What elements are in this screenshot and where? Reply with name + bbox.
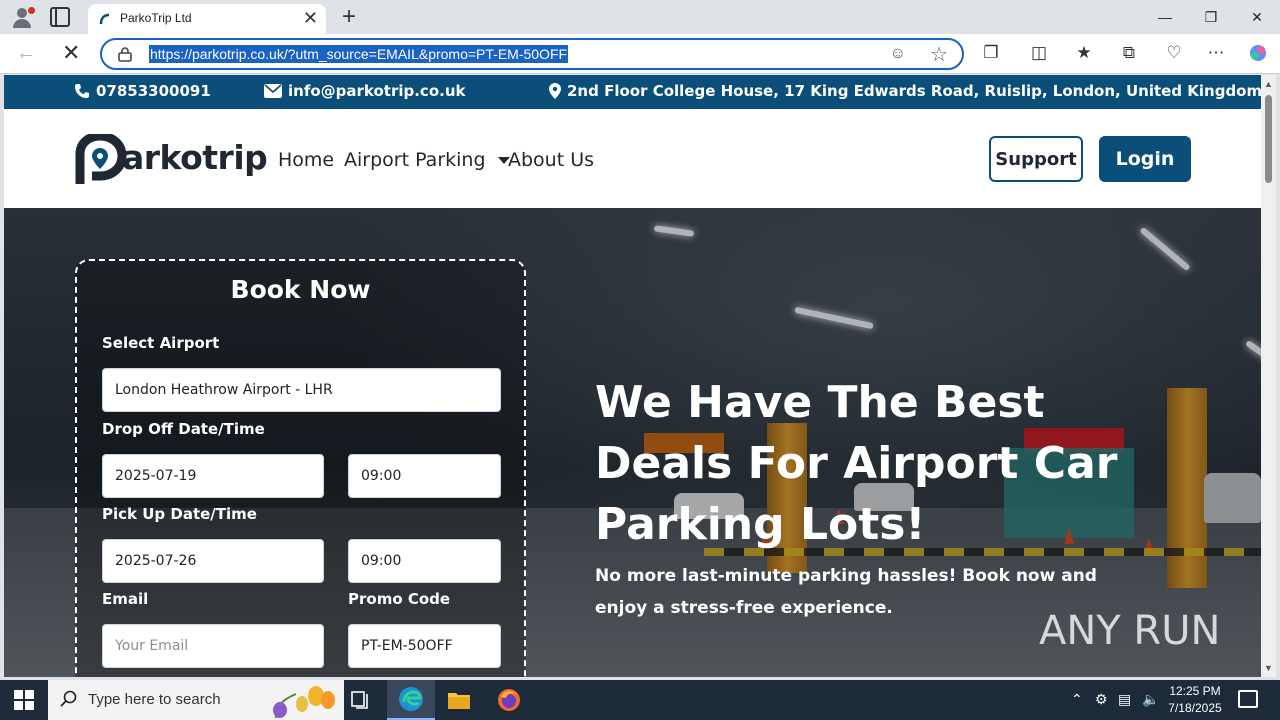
dropoff-label: Drop Off Date/Time [102,420,265,438]
browser-essentials-icon[interactable]: ♡ [1161,40,1187,66]
logo-mark-icon [75,134,127,184]
search-placeholder: Type here to search [88,691,221,708]
airport-select[interactable]: London Heathrow Airport - LHR [102,368,501,412]
notification-center-icon[interactable] [1238,690,1258,708]
browser-toolbar: ← ✕ https://parkotrip.co.uk/?utm_source=… [0,34,1280,74]
site-navbar: arkotrip Home Airport Parking About Us S… [4,109,1261,208]
system-clock[interactable]: 12:25 PM 7/18/2025 [1167,683,1223,717]
tab-actions-icon[interactable] [50,7,70,27]
minimize-button[interactable]: — [1142,0,1188,34]
extensions-icon[interactable]: ❐ [978,40,1004,66]
address-contact: 2nd Floor College House, 17 King Edwards… [549,82,1261,100]
back-arrow-icon[interactable]: ← [16,42,36,65]
tab-title: ParkoTrip Ltd [120,11,192,25]
support-button[interactable]: Support [989,136,1083,182]
contact-strip: 07853300091 info@parkotrip.co.uk 2nd Flo… [4,75,1261,109]
nav-home[interactable]: Home [278,149,334,171]
scroll-up-arrow-icon[interactable]: ▲ [1264,79,1273,89]
nav-about-us[interactable]: About Us [508,149,594,171]
promo-code-input[interactable]: PT-EM-50OFF [348,624,501,668]
browser-tab[interactable]: ParkoTrip Ltd ✕ [88,4,326,34]
hero-section: Book Now Select Airport London Heathrow … [4,208,1261,677]
window-close-button[interactable]: ✕ [1234,0,1280,34]
clock-date: 7/18/2025 [1168,701,1222,715]
task-view-icon[interactable] [336,680,384,720]
web-page: 07853300091 info@parkotrip.co.uk 2nd Flo… [4,75,1261,677]
lock-icon[interactable] [118,46,132,62]
network-icon[interactable]: ▤ [1118,691,1131,708]
restore-button[interactable]: ❐ [1188,0,1234,34]
collections-icon[interactable]: ⧉ [1116,40,1142,66]
site-favicon-icon [99,13,110,25]
pickup-date-input[interactable]: 2025-07-26 [102,539,324,583]
office-address: 2nd Floor College House, 17 King Edwards… [567,82,1261,100]
windows-start-icon[interactable] [14,690,34,710]
tray-device-icon[interactable]: ⚙ [1095,691,1108,708]
pickup-time-input[interactable]: 09:00 [348,539,501,583]
profile-icon[interactable] [10,5,35,29]
browser-tab-bar: ParkoTrip Ltd ✕ + — ❐ ✕ [0,0,1280,34]
search-highlight-flowers-icon [273,686,335,718]
scroll-down-arrow-icon[interactable]: ▼ [1264,663,1273,673]
map-pin-icon [549,83,561,99]
phone-contact[interactable]: 07853300091 [74,82,211,100]
page-scrollbar[interactable]: ▲ ▼ [1261,75,1276,677]
more-menu-icon[interactable]: ⋯ [1203,40,1229,66]
new-tab-button[interactable]: + [336,3,362,30]
firefox-icon[interactable] [485,680,533,720]
favorite-star-icon[interactable]: ☆ [930,42,948,67]
stop-loading-icon[interactable]: ✕ [62,40,80,66]
split-screen-icon[interactable]: ◫ [1026,40,1052,66]
file-explorer-icon[interactable] [435,680,483,720]
booking-form: Book Now Select Airport London Heathrow … [75,259,526,677]
logo-wordmark: arkotrip [122,138,268,177]
volume-icon[interactable]: 🔈 [1142,691,1159,708]
windows-taskbar: Type here to search ⌃ ⚙ ▤ 🔈 12:25 PM 7/1… [0,680,1280,720]
search-icon [60,690,77,707]
email-label: Email [102,590,149,608]
email-input[interactable]: Your Email [102,624,324,668]
edge-taskbar-icon[interactable] [387,680,435,720]
hero-headline: We Have The Best Deals For Airport Car P… [595,377,1118,550]
address-bar[interactable]: https://parkotrip.co.uk/?utm_source=EMAI… [100,38,964,70]
airport-label: Select Airport [102,334,220,352]
email-address: info@parkotrip.co.uk [288,82,466,100]
phone-icon [75,84,89,98]
url-text[interactable]: https://parkotrip.co.uk/?utm_source=EMAI… [149,45,569,63]
dropoff-time-input[interactable]: 09:00 [348,454,501,498]
watermark-text: ANY RUN [1039,608,1221,654]
dropoff-date-input[interactable]: 2025-07-19 [102,454,324,498]
copilot-icon[interactable] [1245,40,1271,66]
scroll-thumb[interactable] [1265,95,1272,183]
tab-close-icon[interactable]: ✕ [303,9,318,27]
anyrun-watermark: ANY RUN [1039,608,1220,654]
phone-number: 07853300091 [96,82,211,100]
tray-overflow-chevron-icon[interactable]: ⌃ [1071,691,1083,708]
immersive-reader-icon[interactable]: ☺ [890,45,906,63]
taskbar-search-box[interactable]: Type here to search [48,680,344,720]
email-contact[interactable]: info@parkotrip.co.uk [264,82,465,100]
login-button[interactable]: Login [1099,136,1191,182]
nav-airport-parking-label: Airport Parking [344,149,486,171]
clock-time: 12:25 PM [1169,684,1221,698]
parkotrip-logo[interactable]: arkotrip [74,134,268,186]
pickup-label: Pick Up Date/Time [102,505,257,523]
nav-airport-parking[interactable]: Airport Parking [344,149,510,171]
booking-title: Book Now [230,275,371,304]
favorites-icon[interactable]: ★ [1071,40,1097,66]
promo-label: Promo Code [348,590,451,608]
envelope-icon [264,84,282,98]
